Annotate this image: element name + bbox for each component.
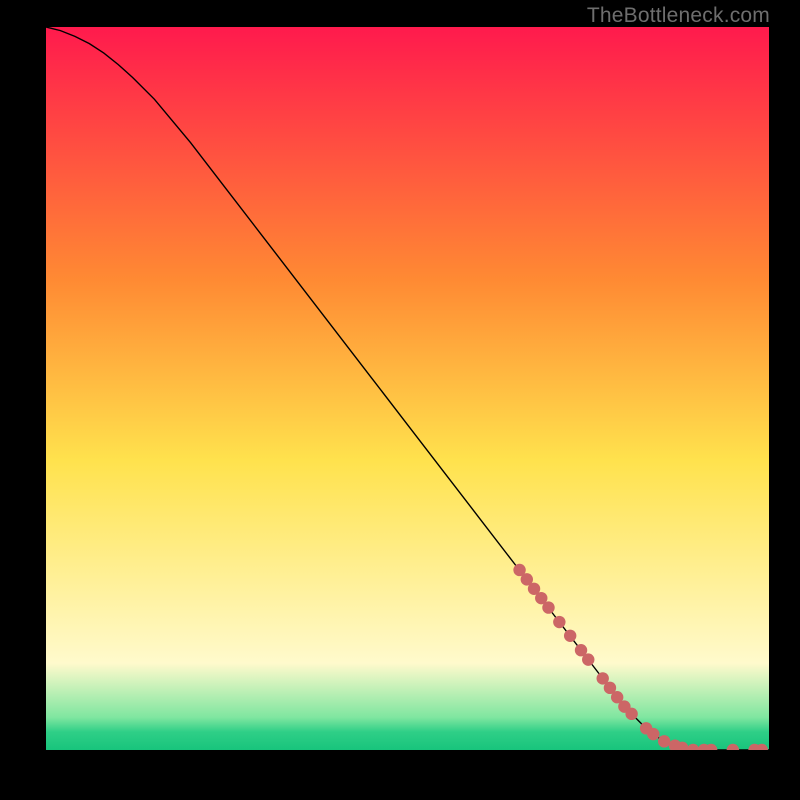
marker-dot <box>582 653 594 665</box>
marker-dot <box>542 601 554 613</box>
marker-dot <box>658 735 670 747</box>
marker-dot <box>625 708 637 720</box>
chart-stage: TheBottleneck.com <box>0 0 800 800</box>
curve-layer <box>46 27 769 750</box>
marker-dot <box>687 744 699 750</box>
watermark-text: TheBottleneck.com <box>587 4 770 28</box>
marker-dot <box>727 744 739 750</box>
marker-dot <box>564 630 576 642</box>
marker-dot <box>647 728 659 740</box>
marker-dot <box>553 616 565 628</box>
main-curve <box>46 27 769 750</box>
plot-area <box>46 27 769 750</box>
